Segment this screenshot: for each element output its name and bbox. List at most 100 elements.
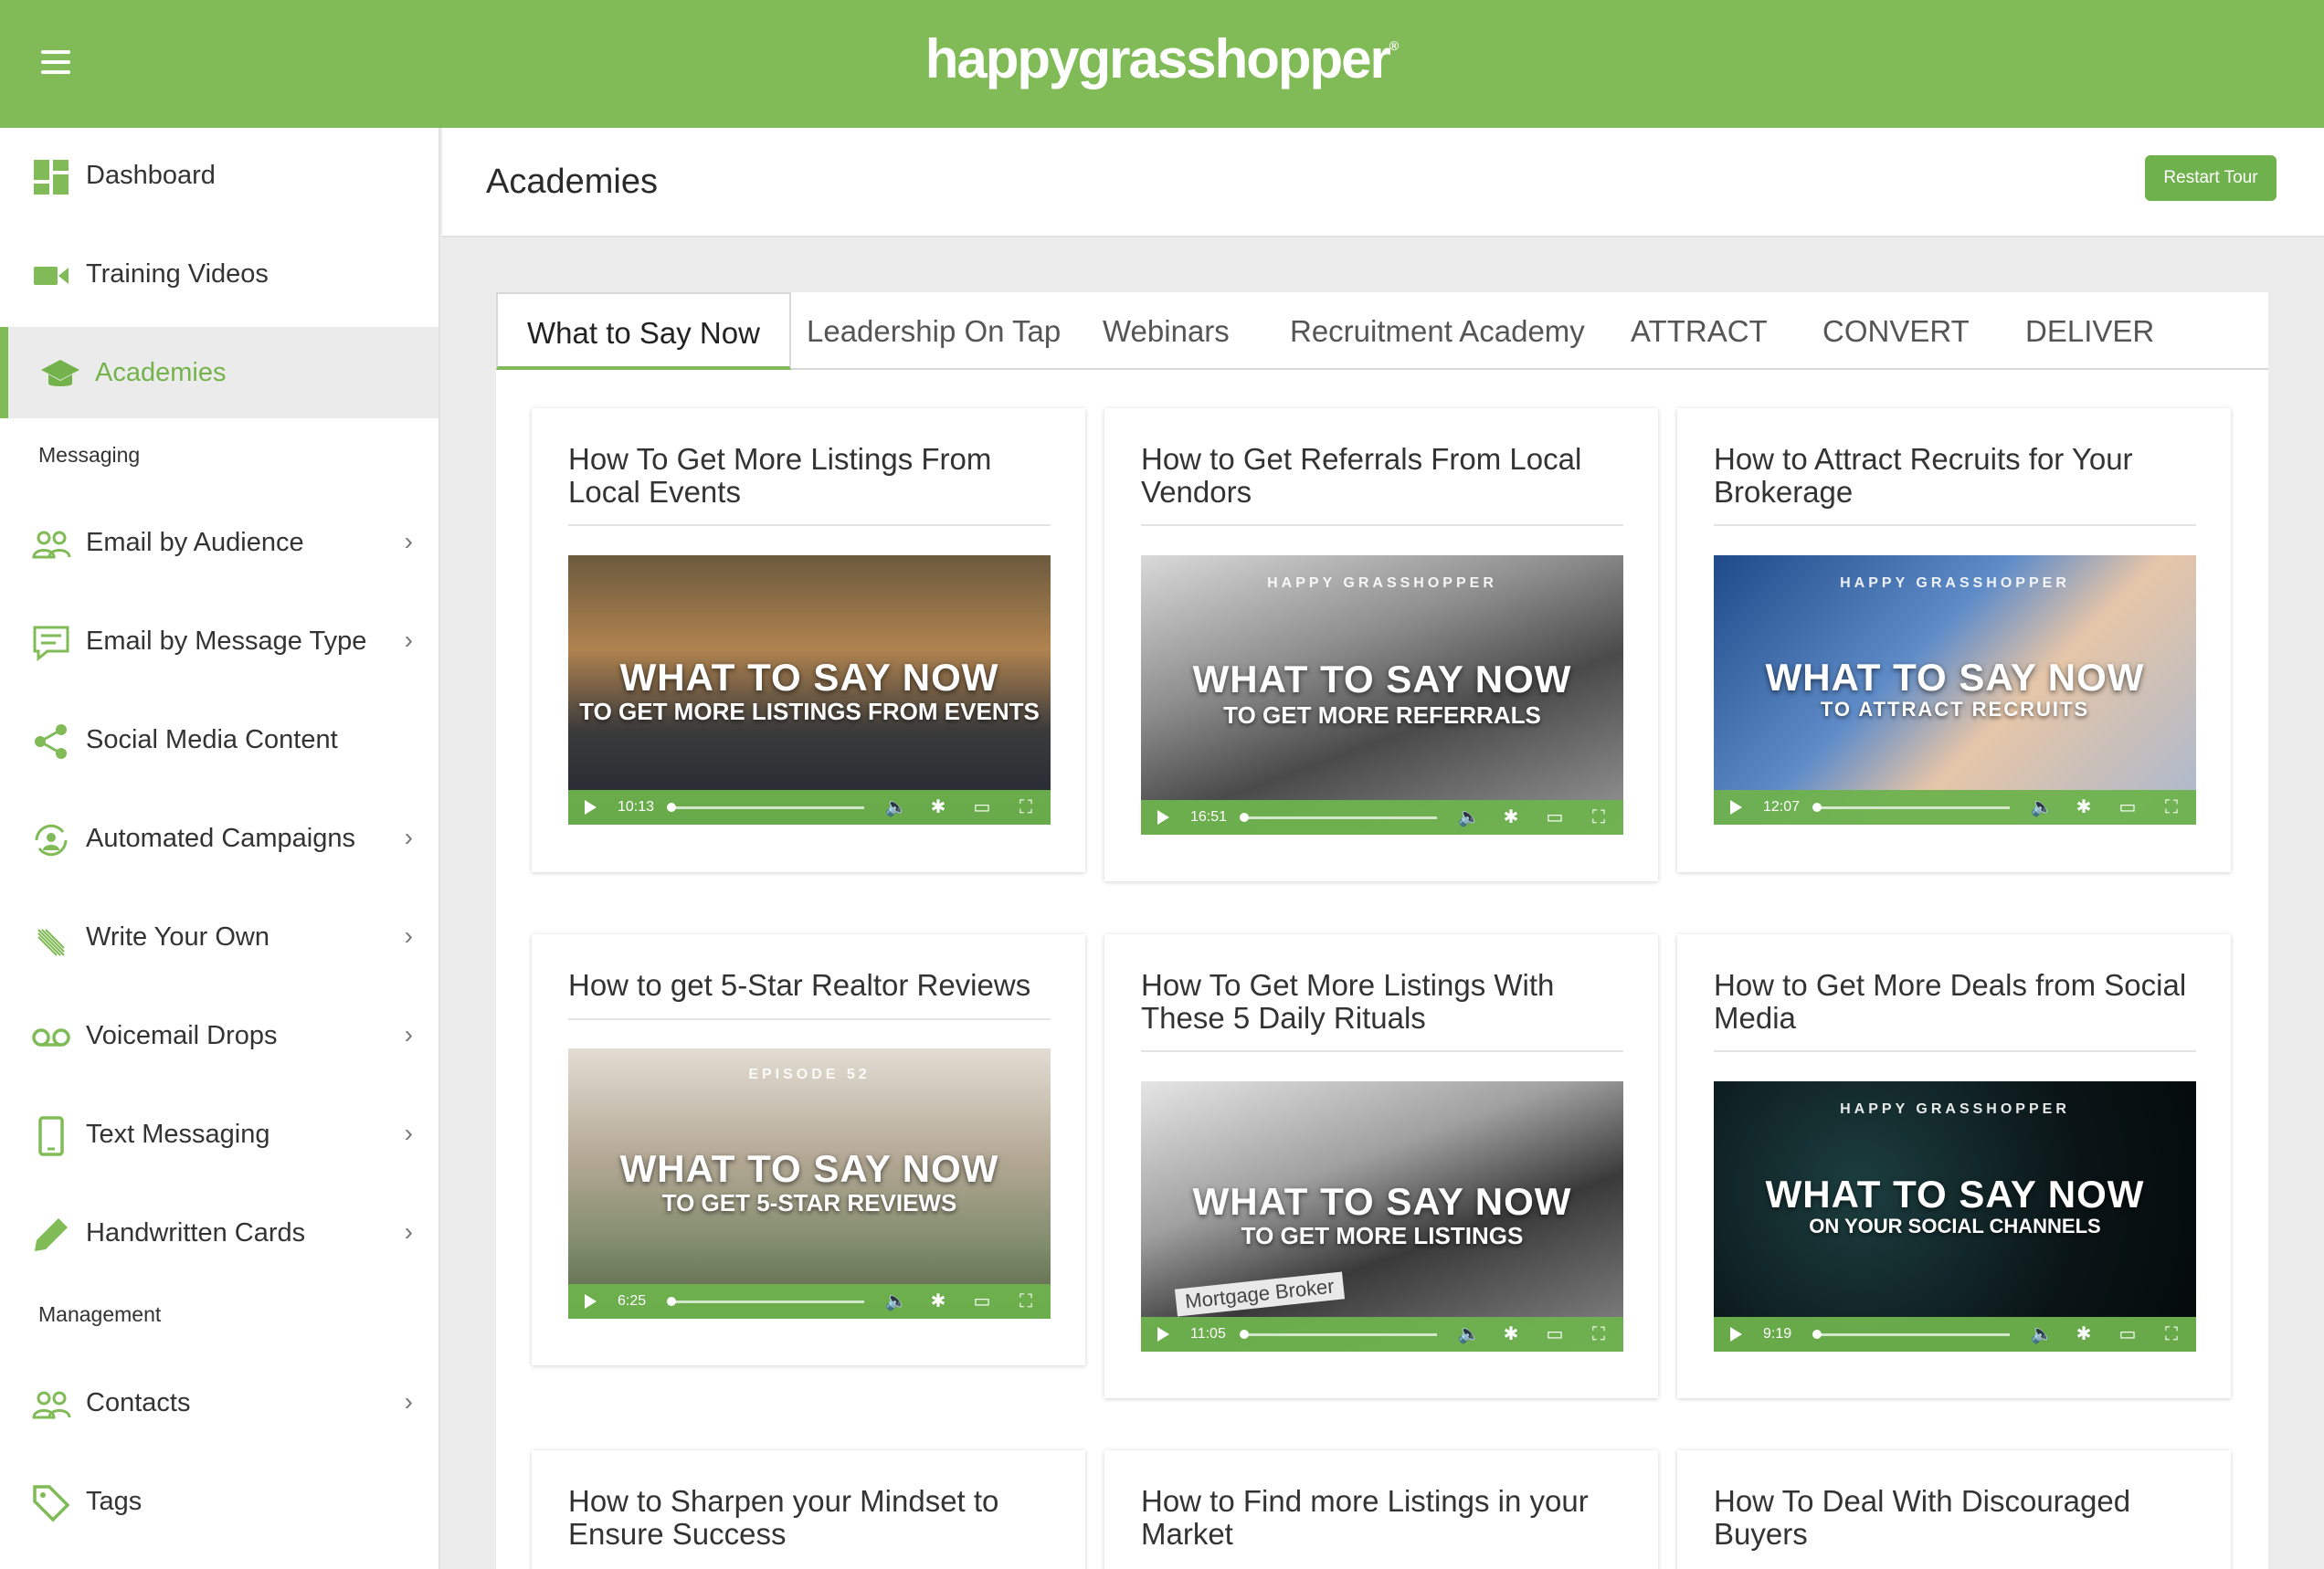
fullscreen-icon[interactable]: ⛶ — [2160, 1323, 2183, 1345]
academies-panel: What to Say Now Leadership On Tap Webina… — [496, 292, 2268, 1569]
play-icon[interactable] — [1730, 800, 1742, 815]
progress-bar[interactable] — [1812, 803, 2010, 812]
video-card[interactable]: How To Deal With Discouraged Buyers — [1677, 1450, 2231, 1569]
top-bar: happygrasshopper® — [0, 0, 2324, 128]
settings-icon[interactable]: ✱ — [1499, 1323, 1523, 1345]
video-card[interactable]: How to Get Referrals From Local Vendors … — [1104, 408, 1658, 881]
fullscreen-icon[interactable]: ⛶ — [1014, 1290, 1038, 1312]
thumbnail-subtitle: TO ATTRACT RECRUITS — [1820, 698, 2090, 721]
sidebar-item-text-messaging[interactable]: Text Messaging › — [0, 1089, 438, 1180]
sidebar-item-label: Handwritten Cards — [86, 1218, 306, 1248]
fullscreen-icon[interactable]: ⛶ — [1014, 796, 1038, 818]
video-card[interactable]: How to Find more Listings in your Market — [1104, 1450, 1658, 1569]
video-thumbnail[interactable]: HAPPY GRASSHOPPER WHAT TO SAY NOW ON YOU… — [1714, 1081, 2196, 1352]
sidebar-item-voicemail-drops[interactable]: Voicemail Drops › — [0, 990, 438, 1081]
tab-webinars[interactable]: Webinars — [1103, 292, 1230, 370]
thumbnail-subtitle: TO GET MORE REFERRALS — [1223, 701, 1541, 729]
card-divider — [1141, 1050, 1623, 1052]
sidebar-item-write-your-own[interactable]: Write Your Own › — [0, 891, 438, 983]
video-card[interactable]: How to Get More Deals from Social Media … — [1677, 934, 2231, 1398]
card-title: How To Get More Listings From Local Even… — [568, 442, 992, 509]
sidebar-item-label: Training Videos — [86, 259, 269, 289]
restart-tour-button[interactable]: Restart Tour — [2145, 155, 2276, 201]
registered-mark: ® — [1389, 38, 1400, 53]
fullscreen-icon[interactable]: ⛶ — [2160, 796, 2183, 818]
video-thumbnail[interactable]: HAPPY GRASSHOPPER WHAT TO SAY NOW TO ATT… — [1714, 555, 2196, 825]
video-controls: 9:19 🔈 ✱ ▭ ⛶ — [1714, 1317, 2196, 1352]
progress-bar[interactable] — [667, 1297, 864, 1306]
thumbnail-brand: HAPPY GRASSHOPPER — [1840, 1101, 2070, 1117]
thumbnail-subtitle: TO GET 5-STAR REVIEWS — [661, 1189, 957, 1216]
airplay-icon[interactable]: ▭ — [2116, 796, 2139, 818]
volume-icon[interactable]: 🔈 — [884, 796, 908, 818]
sidebar-item-dashboard[interactable]: Dashboard — [0, 130, 438, 221]
sidebar-item-contacts[interactable]: Contacts › — [0, 1357, 438, 1448]
settings-icon[interactable]: ✱ — [2072, 1323, 2096, 1345]
airplay-icon[interactable]: ▭ — [1543, 1323, 1567, 1345]
sidebar-item-label: Automated Campaigns — [86, 824, 355, 853]
airplay-icon[interactable]: ▭ — [970, 1290, 994, 1312]
video-card[interactable]: How to Sharpen your Mindset to Ensure Su… — [532, 1450, 1085, 1569]
sidebar-item-academies[interactable]: Academies — [0, 327, 438, 418]
progress-bar[interactable] — [667, 803, 864, 812]
tab-deliver[interactable]: DELIVER — [2025, 292, 2154, 370]
progress-bar[interactable] — [1812, 1330, 2010, 1339]
volume-icon[interactable]: 🔈 — [884, 1290, 908, 1312]
sidebar-item-label: Dashboard — [86, 161, 216, 190]
play-icon[interactable] — [1157, 1327, 1169, 1342]
video-thumbnail[interactable]: WHAT TO SAY NOW TO GET MORE LISTINGS Mor… — [1141, 1081, 1623, 1352]
video-card[interactable]: How To Get More Listings From Local Even… — [532, 408, 1085, 872]
sidebar-item-social-media-content[interactable]: Social Media Content — [0, 694, 438, 785]
settings-icon[interactable]: ✱ — [926, 1290, 950, 1312]
video-card[interactable]: How to get 5-Star Realtor Reviews EPISOD… — [532, 934, 1085, 1365]
tab-attract[interactable]: ATTRACT — [1631, 292, 1768, 370]
settings-icon[interactable]: ✱ — [2072, 796, 2096, 818]
volume-icon[interactable]: 🔈 — [2030, 1323, 2054, 1345]
tab-recruitment-academy[interactable]: Recruitment Academy — [1290, 292, 1585, 370]
airplay-icon[interactable]: ▭ — [970, 796, 994, 818]
video-controls: 12:07 🔈 ✱ ▭ ⛶ — [1714, 790, 2196, 825]
sidebar-item-email-by-audience[interactable]: Email by Audience › — [0, 497, 438, 588]
video-card[interactable]: How To Get More Listings With These 5 Da… — [1104, 934, 1658, 1398]
section-label-management: Management — [38, 1302, 162, 1326]
volume-icon[interactable]: 🔈 — [2030, 796, 2054, 818]
progress-bar[interactable] — [1240, 813, 1437, 822]
tab-convert[interactable]: CONVERT — [1822, 292, 1970, 370]
sidebar-item-handwritten-cards[interactable]: Handwritten Cards › — [0, 1187, 438, 1279]
video-duration: 9:19 — [1763, 1326, 1792, 1342]
video-thumbnail[interactable]: WHAT TO SAY NOW TO GET MORE LISTINGS FRO… — [568, 555, 1051, 825]
progress-bar[interactable] — [1240, 1330, 1437, 1339]
fullscreen-icon[interactable]: ⛶ — [1587, 806, 1611, 828]
sidebar-item-tags[interactable]: Tags — [0, 1456, 438, 1547]
card-title: How to Attract Recruits for Your Brokera… — [1714, 442, 2133, 509]
settings-icon[interactable]: ✱ — [1499, 806, 1523, 828]
settings-icon[interactable]: ✱ — [926, 796, 950, 818]
chevron-right-icon: › — [404, 626, 413, 654]
sidebar-item-training-videos[interactable]: Training Videos — [0, 228, 438, 320]
thumbnail-brand: HAPPY GRASSHOPPER — [1267, 575, 1497, 591]
play-icon[interactable] — [585, 800, 597, 815]
video-thumbnail[interactable]: EPISODE 52 WHAT TO SAY NOW TO GET 5-STAR… — [568, 1048, 1051, 1319]
volume-icon[interactable]: 🔈 — [1457, 806, 1481, 828]
airplay-icon[interactable]: ▭ — [1543, 806, 1567, 828]
play-icon[interactable] — [1157, 810, 1169, 825]
tab-leadership-on-tap[interactable]: Leadership On Tap — [807, 292, 1061, 370]
sidebar-item-label: Write Your Own — [86, 922, 269, 952]
video-duration: 12:07 — [1763, 799, 1801, 815]
page-title: Academies — [486, 163, 658, 201]
thumbnail-subtitle: TO GET MORE LISTINGS FROM EVENTS — [579, 698, 1040, 725]
card-title: How To Deal With Discouraged Buyers — [1714, 1484, 2131, 1551]
airplay-icon[interactable]: ▭ — [2116, 1323, 2139, 1345]
play-icon[interactable] — [1730, 1327, 1742, 1342]
tab-what-to-say-now[interactable]: What to Say Now — [496, 292, 791, 370]
section-label-messaging: Messaging — [38, 443, 141, 467]
logo[interactable]: happygrasshopper® — [0, 27, 2324, 90]
sidebar-item-email-by-message-type[interactable]: Email by Message Type › — [0, 595, 438, 687]
play-icon[interactable] — [585, 1294, 597, 1309]
volume-icon[interactable]: 🔈 — [1457, 1323, 1481, 1345]
video-thumbnail[interactable]: HAPPY GRASSHOPPER WHAT TO SAY NOW TO GET… — [1141, 555, 1623, 835]
fullscreen-icon[interactable]: ⛶ — [1587, 1323, 1611, 1345]
video-camera-icon — [34, 267, 69, 285]
video-card[interactable]: How to Attract Recruits for Your Brokera… — [1677, 408, 2231, 872]
sidebar-item-automated-campaigns[interactable]: Automated Campaigns › — [0, 793, 438, 884]
